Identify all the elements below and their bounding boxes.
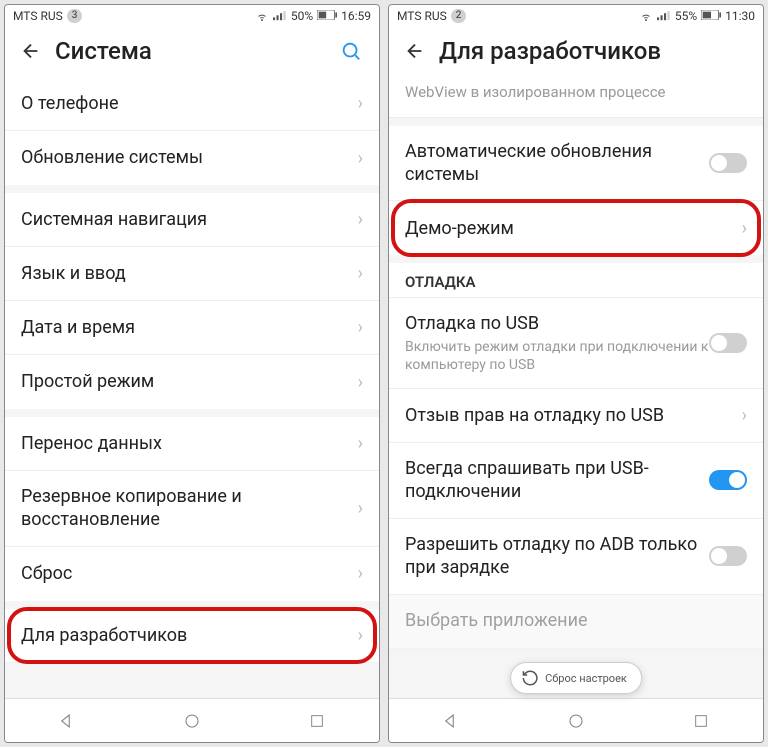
row-language-input[interactable]: Язык и ввод › [5,247,379,301]
row-label: Простой режим [21,370,358,393]
chevron-right-icon: › [358,498,363,519]
row-label: Отладка по USB [405,312,709,335]
row-always-ask-usb[interactable]: Всегда спрашивать при USB-подключении [389,443,763,519]
chevron-right-icon: › [358,209,363,230]
nav-back-button[interactable] [47,701,87,741]
page-title: Для разработчиков [439,37,749,65]
chevron-right-icon: › [358,93,363,114]
row-label: Резервное копирование и восстановление [21,485,358,532]
battery-icon [701,9,721,23]
row-label: Всегда спрашивать при USB-подключении [405,457,709,504]
chevron-right-icon: › [742,405,747,426]
tooltip-label: Сброс настроек [545,672,627,685]
chevron-right-icon: › [358,563,363,584]
header: Для разработчиков [389,27,763,77]
refresh-icon [521,669,539,687]
chevron-right-icon: › [358,433,363,454]
phone-right: MTS RUS 2 55% 11:30 Для разработчиков We… [388,4,764,743]
page-title: Система [55,37,337,65]
section-header-debug: ОТЛАДКА [389,263,763,298]
carrier-label: MTS RUS [397,9,447,23]
toggle-usb-debug[interactable] [709,333,747,353]
chevron-right-icon: › [358,625,363,646]
navbar [389,698,763,742]
row-date-time[interactable]: Дата и время › [5,301,379,355]
chevron-right-icon: › [358,148,363,169]
row-label: Для разработчиков [21,624,358,647]
sim-badge: 2 [451,9,467,23]
row-system-navigation[interactable]: Системная навигация › [5,193,379,247]
row-sublabel: Включить режим отладки при подключении к… [405,338,709,374]
row-label: Демо-режим [405,217,742,240]
row-label: Дата и время [21,316,358,339]
signal-icon [657,10,671,22]
phone-left: MTS RUS 3 50% 16:59 Система О телеф [4,4,380,743]
header: Система [5,27,379,77]
wifi-icon [255,10,269,22]
nav-home-button[interactable] [172,701,212,741]
battery-label: 50% [291,9,313,23]
nav-recent-button[interactable] [297,701,337,741]
row-label: Отзыв прав на отладку по USB [405,404,742,427]
statusbar: MTS RUS 2 55% 11:30 [389,5,763,27]
row-developer-options[interactable]: Для разработчиков › [5,609,379,663]
row-label: Обновление системы [21,146,358,169]
row-label: Язык и ввод [21,262,358,285]
row-label: О телефоне [21,92,358,115]
chevron-right-icon: › [358,263,363,284]
back-button[interactable] [19,39,43,63]
row-auto-system-update[interactable]: Автоматические обновления системы [389,126,763,202]
time-label: 16:59 [341,9,371,23]
row-sublabel: WebView в изолированном процессе [405,83,747,103]
row-label: Автоматические обновления системы [405,140,709,187]
row-simple-mode[interactable]: Простой режим › [5,355,379,409]
row-reset[interactable]: Сброс › [5,547,379,601]
settings-list[interactable]: WebView в изолированном процессе Автомат… [389,77,763,698]
toggle-adb-charging[interactable] [709,546,747,566]
statusbar: MTS RUS 3 50% 16:59 [5,5,379,27]
row-label: Разрешить отладку по ADB только при заря… [405,533,709,580]
row-label: Выбрать приложение [405,609,747,632]
back-button[interactable] [403,39,427,63]
nav-back-button[interactable] [431,701,471,741]
row-label: Сброс [21,562,358,585]
row-backup-restore[interactable]: Резервное копирование и восстановление › [5,471,379,547]
time-label: 11:30 [725,9,755,23]
row-label: Системная навигация [21,208,358,231]
row-system-update[interactable]: Обновление системы › [5,131,379,185]
chevron-right-icon: › [358,372,363,393]
row-webview-isolated[interactable]: WebView в изолированном процессе [389,77,763,118]
row-select-app[interactable]: Выбрать приложение [389,595,763,649]
row-revoke-usb-auth[interactable]: Отзыв прав на отладку по USB › [389,389,763,443]
search-button[interactable] [337,37,365,65]
carrier-label: MTS RUS [13,9,63,23]
row-about-phone[interactable]: О телефоне › [5,77,379,131]
sim-badge: 3 [67,9,83,23]
battery-icon [317,9,337,23]
chevron-right-icon: › [742,218,747,239]
row-label: Перенос данных [21,432,358,455]
nav-recent-button[interactable] [681,701,721,741]
row-data-transfer[interactable]: Перенос данных › [5,417,379,471]
row-adb-charging-only[interactable]: Разрешить отладку по ADB только при заря… [389,519,763,595]
wifi-icon [639,10,653,22]
nav-home-button[interactable] [556,701,596,741]
chevron-right-icon: › [358,317,363,338]
battery-label: 55% [675,9,697,23]
navbar [5,698,379,742]
reset-tooltip[interactable]: Сброс настроек [510,662,642,694]
signal-icon [273,10,287,22]
toggle-auto-update[interactable] [709,153,747,173]
row-usb-debugging[interactable]: Отладка по USB Включить режим отладки пр… [389,298,763,389]
settings-list[interactable]: О телефоне › Обновление системы › Систем… [5,77,379,698]
row-demo-mode[interactable]: Демо-режим › [389,201,763,255]
toggle-always-ask[interactable] [709,470,747,490]
